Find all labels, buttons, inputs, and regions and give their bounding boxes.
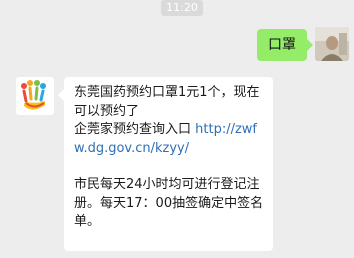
query-entry-label: 企莞家预约查询入口 xyxy=(74,122,196,137)
hand-logo-icon xyxy=(21,80,46,110)
reply-line-announcement: 东莞国药预约口罩1元1个，现在可以预约了 xyxy=(74,85,260,119)
reply-line-registration-info: 市民每天24小时均可进行登记注册。每天17：00抽签确定中签名单。 xyxy=(74,177,264,229)
bot-avatar[interactable] xyxy=(16,77,54,115)
user-avatar-photo xyxy=(315,27,349,61)
user-message-text: 口罩 xyxy=(268,37,296,53)
timestamp-badge: 11:20 xyxy=(161,0,203,16)
bot-reply-bubble[interactable]: 东莞国药预约口罩1元1个，现在可以预约了 企莞家预约查询入口 http://zw… xyxy=(58,77,273,251)
user-avatar[interactable] xyxy=(315,27,349,61)
reply-line-query-entry: 企莞家预约查询入口 http://zwfw.dg.gov.cn/kzyy/ xyxy=(74,121,265,158)
user-message-bubble[interactable]: 口罩 xyxy=(257,29,313,61)
